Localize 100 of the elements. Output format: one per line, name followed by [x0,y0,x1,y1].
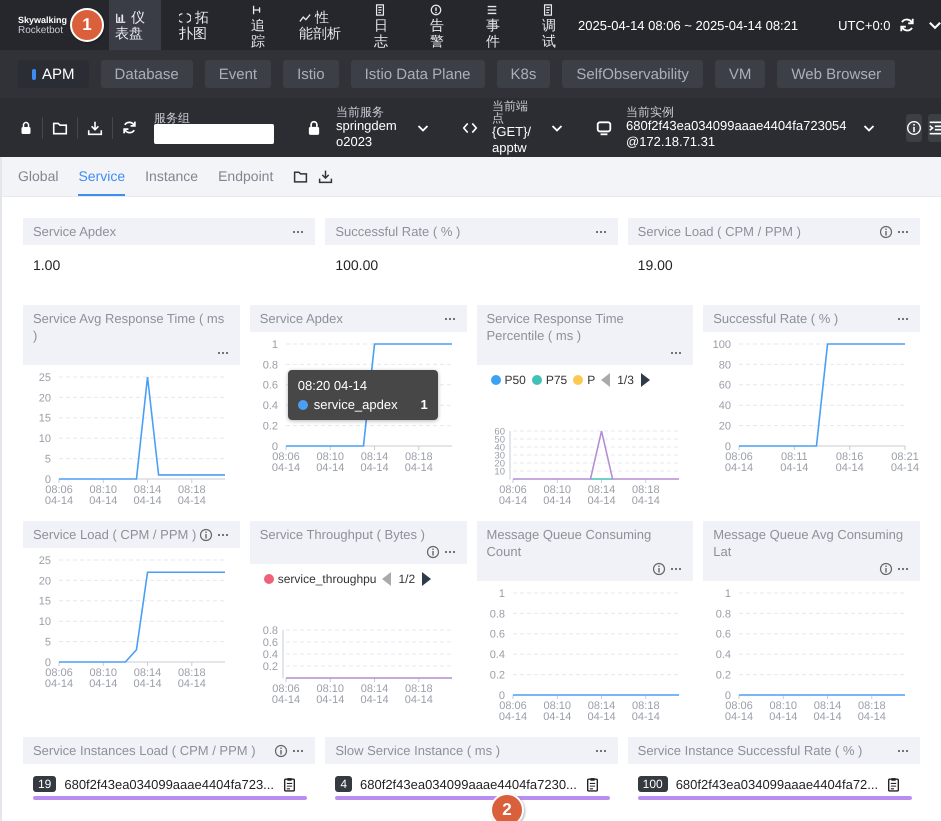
bar-chart-icon [115,12,128,24]
axis-label: 0 [725,440,732,453]
selector-value[interactable]: 680f2f43ea034099aaae4404fa723054@172.18.71.31 [626,118,848,150]
card-title: Service Throughput ( Bytes ) [260,526,425,543]
axis-label: 0 [272,440,278,453]
metric-value: 1.00 [32,256,62,275]
legend-item[interactable]: P [573,373,596,387]
selector-label: 当前端点 [492,100,529,124]
service-group-field[interactable] [154,124,274,144]
info-button[interactable] [906,114,922,142]
axis-label: 0 [44,656,51,669]
card-title: Service Load ( CPM / PPM ) [33,526,196,543]
document-icon [374,4,386,16]
axis-label: 15 [38,412,51,425]
instance-name[interactable]: 680f2f43ea034099aaae4404fa72... [676,776,878,792]
clipboard-icon[interactable] [282,776,298,792]
legend-item[interactable]: P50 [490,373,526,387]
axis-label: 08:10 04-14 [316,683,344,706]
clipboard-icon[interactable] [886,776,902,792]
axis-label: 08:14 04-14 [586,700,616,723]
layer-tab[interactable]: Web Browser [777,60,896,88]
legend-item[interactable]: P75 [532,373,568,387]
folder-icon[interactable] [52,120,68,136]
nav-item[interactable]: 追踪 [245,0,274,50]
info-icon[interactable] [879,562,893,576]
layer-tab[interactable]: K8s [496,60,550,88]
axis-label: 0.6 [716,628,732,641]
layer-tab[interactable]: Istio Data Plane [350,60,485,88]
axis-label: 08:18 04-14 [404,683,433,706]
selector-value[interactable]: {GET}/apptw [492,124,536,156]
nav-item[interactable]: 事件 [480,0,508,50]
lock-icon [306,120,322,136]
axis-label: 10 [38,616,51,628]
refresh-icon[interactable] [122,120,137,135]
layer-tab[interactable]: SelfObservability [562,60,703,88]
selector-label: 当前实例 [626,106,675,118]
axis-label: 0.2 [716,669,732,682]
axis-label: 25 [38,372,51,384]
lock-icon[interactable] [19,120,33,134]
legend-item[interactable]: service_throughpu [264,572,376,586]
axis-label: 08:06 04-14 [725,451,754,474]
axis-label: 0.6 [262,636,278,649]
callout-badge: 2 [490,793,524,821]
info-icon[interactable] [198,528,213,542]
card-title: Service Avg Response Time ( ms ) [33,310,226,344]
axis-label: 08:14 04-14 [814,700,842,723]
next-page-icon[interactable] [640,373,650,387]
nav-item[interactable]: 仪表盘 [109,0,162,50]
axis-label: 08:06 04-14 [725,700,754,723]
nav-item[interactable]: 告警 [424,0,452,50]
axis-label: 08:10 04-14 [316,451,344,474]
layer-tab[interactable]: Database [100,60,193,88]
layer-tab[interactable]: Istio [283,60,339,88]
axis-label: 40 [719,400,732,412]
axis-label: 08:21 04-14 [891,451,920,474]
axis-label: 0 [725,690,732,702]
axis-label: 08:18 04-14 [404,451,433,474]
axis-label: 0.8 [262,359,278,372]
tooltip-series: service_apdex [314,396,398,414]
axis-label: 15 [38,596,51,608]
axis-label: 08:06 04-14 [44,484,74,507]
axis-label: 0 [498,690,504,702]
next-page-icon[interactable] [421,572,432,586]
axis-label: 08:11 04-14 [780,451,809,474]
axis-label: 08:18 04-14 [631,700,660,723]
axis-label: 60 [719,380,732,392]
alert-icon [430,4,442,16]
clipboard-icon[interactable] [584,776,600,792]
info-icon[interactable] [652,562,666,576]
time-range[interactable]: 2025-04-14 08:06 ~ 2025-04-14 08:21 [578,18,798,32]
axis-label: 08:06 04-14 [498,700,527,723]
indent-button[interactable] [928,114,941,142]
axis-label: 08:06 04-14 [44,667,74,690]
refresh-icon[interactable] [898,17,915,33]
timezone-label[interactable]: UTC+0:0 [838,18,891,32]
count-badge: 4 [335,776,352,792]
layer-tab[interactable]: APM [18,60,89,88]
axis-label: 08:06 04-14 [272,451,300,474]
selector-value[interactable]: springdemo2023 [336,118,402,150]
info-icon[interactable] [426,545,440,559]
axis-label: 0.8 [716,608,732,620]
axis-label: 08:18 04-14 [178,484,206,507]
list-icon [486,4,498,16]
info-icon[interactable] [274,744,288,758]
card-title: Service Instances Load ( CPM / PPM ) [33,742,256,759]
info-icon[interactable] [879,224,893,238]
nav-item[interactable]: 性能剖析 [293,5,348,45]
instance-name[interactable]: 680f2f43ea034099aaae4404fa7230... [360,776,577,792]
axis-label: 0.4 [489,649,504,662]
layer-tab[interactable]: VM [714,60,766,88]
instance-name[interactable]: 680f2f43ea034099aaae4404fa723... [64,776,274,792]
axis-label: 5 [44,453,51,466]
axis-label: 08:06 04-14 [498,484,527,507]
folder-icon[interactable] [293,169,308,184]
download-icon[interactable] [318,169,334,184]
nav-item[interactable]: 拓扑图 [173,5,226,45]
nav-item[interactable]: 调试 [536,0,564,50]
nav-item[interactable]: 日志 [368,0,396,50]
layer-tab[interactable]: Event [204,60,272,88]
axis-label: 08:10 04-14 [89,484,118,507]
